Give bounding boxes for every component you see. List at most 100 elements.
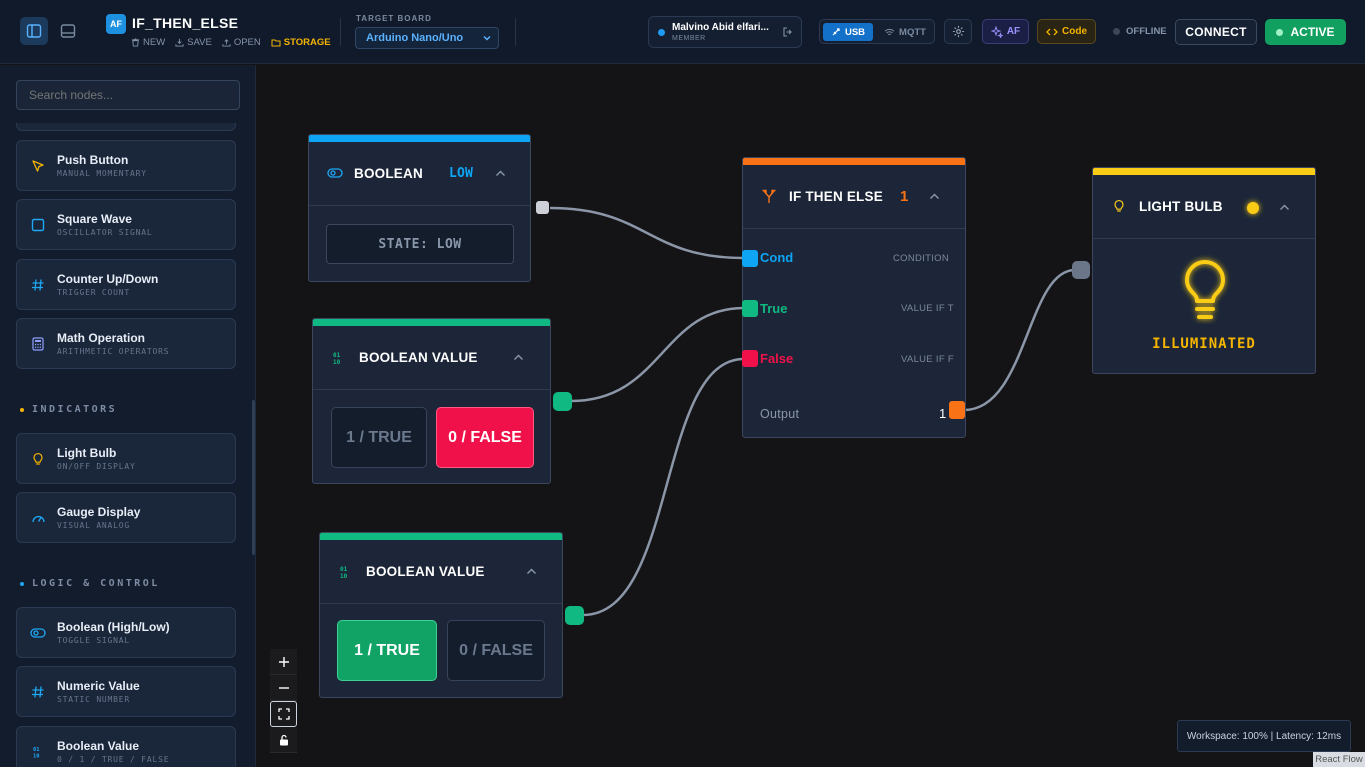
true-button-selected[interactable]: 1 / TRUE <box>337 620 437 681</box>
bulb-status-dot <box>1247 202 1259 214</box>
react-flow-attribution[interactable]: React Flow <box>1313 752 1365 767</box>
target-board-select[interactable]: Arduino Nano/Uno <box>355 27 499 49</box>
fit-view-button[interactable] <box>270 701 297 727</box>
chevron-up-icon[interactable] <box>495 169 506 178</box>
binary-icon: 01 10 <box>332 350 346 366</box>
sidebar-icon <box>26 24 42 38</box>
storage-button[interactable]: STORAGE <box>271 37 331 48</box>
connection-mode-toggle: USB MQTT <box>819 19 935 44</box>
flow-canvas[interactable]: BOOLEAN LOW STATE: LOW 01 10 BOOLEAN VALU… <box>257 65 1365 767</box>
settings-button[interactable] <box>944 19 972 44</box>
node-item-counter[interactable]: Counter Up/Down TRIGGER COUNT <box>16 259 236 310</box>
node-item-square-wave[interactable]: Square Wave OSCILLATOR SIGNAL <box>16 199 236 250</box>
target-board-value: Arduino Nano/Uno <box>366 32 464 44</box>
section-header-indicators: INDICATORS <box>20 404 117 415</box>
active-dot <box>1276 28 1284 36</box>
code-view-button[interactable]: Code <box>1037 19 1096 44</box>
panel-bottom-icon <box>60 24 76 38</box>
chevron-up-icon[interactable] <box>513 353 524 362</box>
node-item-gauge-display[interactable]: Gauge Display VISUAL ANALOG <box>16 492 236 543</box>
user-profile[interactable]: Malvino Abid elfari... MEMBER <box>648 16 802 48</box>
svg-text:01: 01 <box>333 352 341 359</box>
toggle-icon <box>29 624 47 642</box>
boolean-value-2-output-handle[interactable] <box>565 606 584 625</box>
binary-icon: 01 10 <box>29 743 47 761</box>
status-dot <box>1113 28 1120 35</box>
af-assistant-button[interactable]: AF <box>982 19 1029 44</box>
boolean-output-handle[interactable] <box>536 201 549 214</box>
node-item-boolean-high-low[interactable]: Boolean (High/Low) TOGGLE SIGNAL <box>16 607 236 658</box>
code-label: Code <box>1062 26 1087 37</box>
cond-port-hint: CONDITION <box>893 253 950 264</box>
node-item-title: Numeric Value <box>57 679 140 693</box>
code-icon <box>1046 28 1058 35</box>
node-header: 01 10 BOOLEAN VALUE <box>313 326 550 390</box>
bottom-panel-toggle-button[interactable] <box>54 17 82 45</box>
gear-icon <box>952 25 964 38</box>
open-label: OPEN <box>233 37 261 48</box>
usb-mode-button[interactable]: USB <box>823 23 873 41</box>
search-nodes-input[interactable] <box>16 80 240 110</box>
output-handle[interactable] <box>949 401 965 419</box>
chevron-up-icon[interactable] <box>526 567 537 576</box>
bulb-state-label: ILLUMINATED <box>1152 336 1256 352</box>
false-input-handle[interactable] <box>742 350 758 367</box>
project-title[interactable]: IF_THEN_ELSE <box>132 15 238 31</box>
bulb-icon <box>29 450 47 468</box>
light-bulb-input-handle[interactable] <box>1072 261 1090 279</box>
new-button[interactable]: NEW <box>131 37 165 48</box>
lit-bulb-icon <box>1185 260 1225 319</box>
wire-boolvalue2-to-false <box>582 357 745 617</box>
node-header: BOOLEAN LOW <box>309 142 530 206</box>
hash-icon <box>29 276 47 294</box>
node-item-subtitle: MANUAL MOMENTARY <box>57 169 147 178</box>
node-item-numeric-value[interactable]: Numeric Value STATIC NUMBER <box>16 666 236 717</box>
false-port-label: False <box>760 351 794 366</box>
active-toggle-button[interactable]: ACTIVE <box>1265 19 1346 45</box>
svg-text:01: 01 <box>340 566 348 573</box>
boolean-node[interactable]: BOOLEAN LOW STATE: LOW <box>308 134 531 282</box>
true-port-label: True <box>760 301 788 316</box>
logout-icon[interactable] <box>782 26 794 38</box>
section-bullet <box>20 581 24 586</box>
node-title: BOOLEAN VALUE <box>359 350 478 365</box>
sidebar-toggle-button[interactable] <box>20 17 48 45</box>
boolean-value-1-output-handle[interactable] <box>553 392 572 411</box>
false-button-selected[interactable]: 0 / FALSE <box>436 407 534 468</box>
chevron-up-icon[interactable] <box>1279 203 1290 212</box>
light-bulb-node[interactable]: LIGHT BULB ILLUMINATED <box>1092 167 1316 374</box>
mqtt-mode-button[interactable]: MQTT <box>878 23 932 41</box>
af-label: AF <box>1006 26 1021 37</box>
boolean-state-display[interactable]: STATE: LOW <box>326 224 514 264</box>
node-item-subtitle: STATIC NUMBER <box>57 695 131 704</box>
true-button[interactable]: 1 / TRUE <box>331 407 427 468</box>
sidebar-scrollbar[interactable] <box>252 400 255 555</box>
lock-button[interactable] <box>270 727 297 753</box>
zoom-out-button[interactable] <box>270 675 297 701</box>
node-title: LIGHT BULB <box>1139 199 1223 214</box>
connect-button[interactable]: CONNECT <box>1175 19 1257 45</box>
zoom-in-button[interactable] <box>270 649 297 675</box>
cond-port-label: Cond <box>760 250 794 265</box>
save-button[interactable]: SAVE <box>175 37 212 48</box>
node-item-boolean-value[interactable]: 01 10 Boolean Value 0 / 1 / TRUE / FALSE <box>16 726 236 767</box>
section-title: LOGIC & CONTROL <box>32 578 160 589</box>
new-label: NEW <box>143 37 166 48</box>
node-library-sidebar: Push Button MANUAL MOMENTARY Square Wave… <box>0 65 256 767</box>
list-item-partial <box>16 123 236 131</box>
node-item-math-operation[interactable]: Math Operation ARITHMETIC OPERATORS <box>16 318 236 369</box>
boolean-value-node-2[interactable]: 01 10 BOOLEAN VALUE 1 / TRUE 0 / FALSE <box>319 532 563 698</box>
false-button[interactable]: 0 / FALSE <box>447 620 545 681</box>
chevron-down-icon <box>483 35 491 41</box>
open-button[interactable]: OPEN <box>222 37 261 48</box>
node-header: LIGHT BULB <box>1093 175 1315 239</box>
node-item-light-bulb[interactable]: Light Bulb ON/OFF DISPLAY <box>16 433 236 484</box>
true-input-handle[interactable] <box>742 300 758 317</box>
user-name: Malvino Abid elfari... <box>672 22 769 33</box>
cond-input-handle[interactable] <box>742 250 758 267</box>
boolean-value-node-1[interactable]: 01 10 BOOLEAN VALUE 1 / TRUE 0 / FALSE <box>312 318 551 484</box>
chevron-up-icon[interactable] <box>929 192 940 201</box>
node-item-push-button[interactable]: Push Button MANUAL MOMENTARY <box>16 140 236 191</box>
true-port-hint: VALUE IF T <box>901 303 954 314</box>
if-then-else-node[interactable]: IF THEN ELSE 1 Cond CONDITION True VALUE… <box>742 157 966 438</box>
